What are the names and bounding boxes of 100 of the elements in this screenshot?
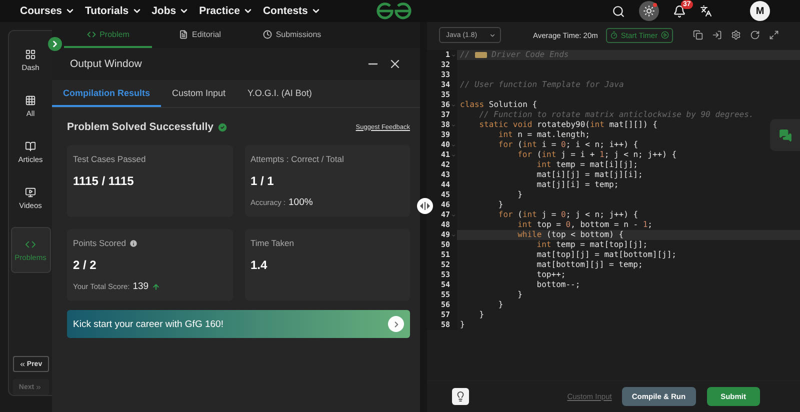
card-label: Points Scored <box>73 238 126 248</box>
code-text: for <box>498 210 513 220</box>
chevron-down-icon <box>179 6 190 16</box>
code-text: ; j < n; j++) { <box>566 210 638 220</box>
output-tab[interactable]: Y.O.G.I. (AI Bot) <box>236 80 323 107</box>
code-text: temp = mat[top][j]; <box>555 240 648 250</box>
code-text: int <box>522 140 537 150</box>
reset-icon[interactable] <box>750 30 760 40</box>
chat-icon <box>778 128 792 142</box>
settings-icon[interactable] <box>730 30 741 40</box>
code-text: (top < bottom) { <box>546 230 624 240</box>
document-icon <box>179 30 188 38</box>
card-value: 2 / 2 <box>73 258 98 272</box>
translate-icon[interactable] <box>700 5 712 17</box>
code-text: 0 <box>561 210 566 220</box>
theme-toggle[interactable] <box>639 1 659 21</box>
code-text: class <box>460 100 484 110</box>
code-text: mat[j][i] = temp; <box>536 180 619 190</box>
problem-tab[interactable]: Submissions <box>248 22 336 48</box>
code-text: int <box>536 240 552 250</box>
panel-splitter[interactable] <box>420 22 427 412</box>
card-value: 1115 / 1115 <box>73 174 135 188</box>
code-text: mat[bottom][j] = temp; <box>536 260 643 270</box>
code-icon <box>25 238 36 250</box>
code-text: temp = mat[i][j]; <box>555 160 638 170</box>
code-text: 0 <box>566 220 571 230</box>
chevron-right-icon[interactable] <box>388 316 404 332</box>
copy-icon[interactable] <box>692 30 703 40</box>
output-window-title: Output Window <box>70 58 142 70</box>
code-text: static void <box>479 120 532 130</box>
code-text: 1 <box>600 150 604 160</box>
close-icon[interactable] <box>388 57 402 71</box>
bell-icon[interactable] <box>673 4 686 18</box>
code-text: } <box>479 310 484 320</box>
promo-banner[interactable]: Kick start your career with GfG 160! <box>67 310 410 338</box>
chevron-down-icon <box>132 6 142 16</box>
code-text: for <box>518 150 532 160</box>
code-icon <box>86 30 96 38</box>
code-text: j = i + <box>560 150 596 160</box>
code-text: } <box>498 300 504 310</box>
fullscreen-icon[interactable] <box>768 30 779 40</box>
hint-button[interactable] <box>452 388 469 405</box>
chat-button[interactable] <box>770 119 800 151</box>
banner-text: Kick start your career with GfG 160! <box>73 318 224 330</box>
card-label: Test Cases Passed <box>73 154 146 164</box>
logo-icon[interactable] <box>375 2 413 20</box>
code-text: // Function to rotate matrix anticlockwise by 90 degrees. <box>479 110 754 120</box>
code-text: for <box>498 140 513 150</box>
chevron-down-icon <box>65 6 76 16</box>
code-text: mat[i][j] = mat[j][i]; <box>536 170 643 180</box>
problem-tab[interactable]: Editorial <box>156 22 244 48</box>
code-text: // <box>460 50 470 60</box>
card-value: 1.4 <box>250 258 268 272</box>
code-text: j = <box>540 210 558 220</box>
folded-code-icon[interactable] <box>474 52 487 58</box>
output-tab[interactable]: Compilation Results <box>52 80 162 107</box>
dashboard-icon <box>25 48 36 60</box>
code-text: 0 <box>561 140 566 150</box>
sun-icon <box>643 5 655 17</box>
double-chevron-right-icon <box>35 384 42 390</box>
search-icon[interactable] <box>612 4 625 18</box>
code-text: top = <box>536 220 562 230</box>
timer-icon <box>610 31 618 39</box>
code-text: } <box>498 200 504 210</box>
user-avatar[interactable]: M <box>750 1 770 21</box>
card-value: 1 / 1 <box>250 174 275 188</box>
code-text: 1 <box>642 220 648 230</box>
code-text: ; j < n; j++) { <box>604 150 677 160</box>
nav-menu-item[interactable]: Practice <box>199 5 253 17</box>
code-text: int <box>518 220 532 230</box>
code-text: while <box>518 230 542 240</box>
import-icon[interactable] <box>712 30 722 40</box>
code-text: int <box>590 120 604 130</box>
code-text: ( <box>516 140 522 150</box>
code-text: int <box>498 130 513 140</box>
book-icon <box>25 140 36 152</box>
nav-menu-item[interactable]: Contests <box>262 5 321 17</box>
code-text: mat[top][j] = mat[bottom][j]; <box>536 250 676 260</box>
note-value: 139 <box>132 281 149 292</box>
code-text: ( <box>516 210 522 220</box>
clock-icon <box>262 30 272 38</box>
chevron-down-icon <box>310 6 321 16</box>
nav-menu-item[interactable]: Tutorials <box>85 5 142 17</box>
code-text: int <box>522 210 537 220</box>
code-text: n = mat.length; <box>516 130 590 140</box>
split-arrows-icon <box>420 202 430 210</box>
info-icon[interactable] <box>128 238 138 248</box>
nav-menu-item[interactable]: Courses <box>20 5 76 17</box>
code-text: , bottom = n - <box>570 220 640 230</box>
chevron-down-icon <box>242 6 253 16</box>
nav-menu-item[interactable]: Jobs <box>152 5 190 17</box>
lightbulb-icon <box>455 391 466 402</box>
double-chevron-left-icon <box>18 360 26 368</box>
code-text: } <box>518 190 522 200</box>
code-text: // User function Template for Java <box>460 80 624 90</box>
caret-icon <box>489 32 496 38</box>
video-icon <box>25 186 36 198</box>
output-tab[interactable]: Custom Input <box>161 80 237 107</box>
code-text: i = <box>540 140 558 150</box>
code-text: ( <box>536 150 542 160</box>
